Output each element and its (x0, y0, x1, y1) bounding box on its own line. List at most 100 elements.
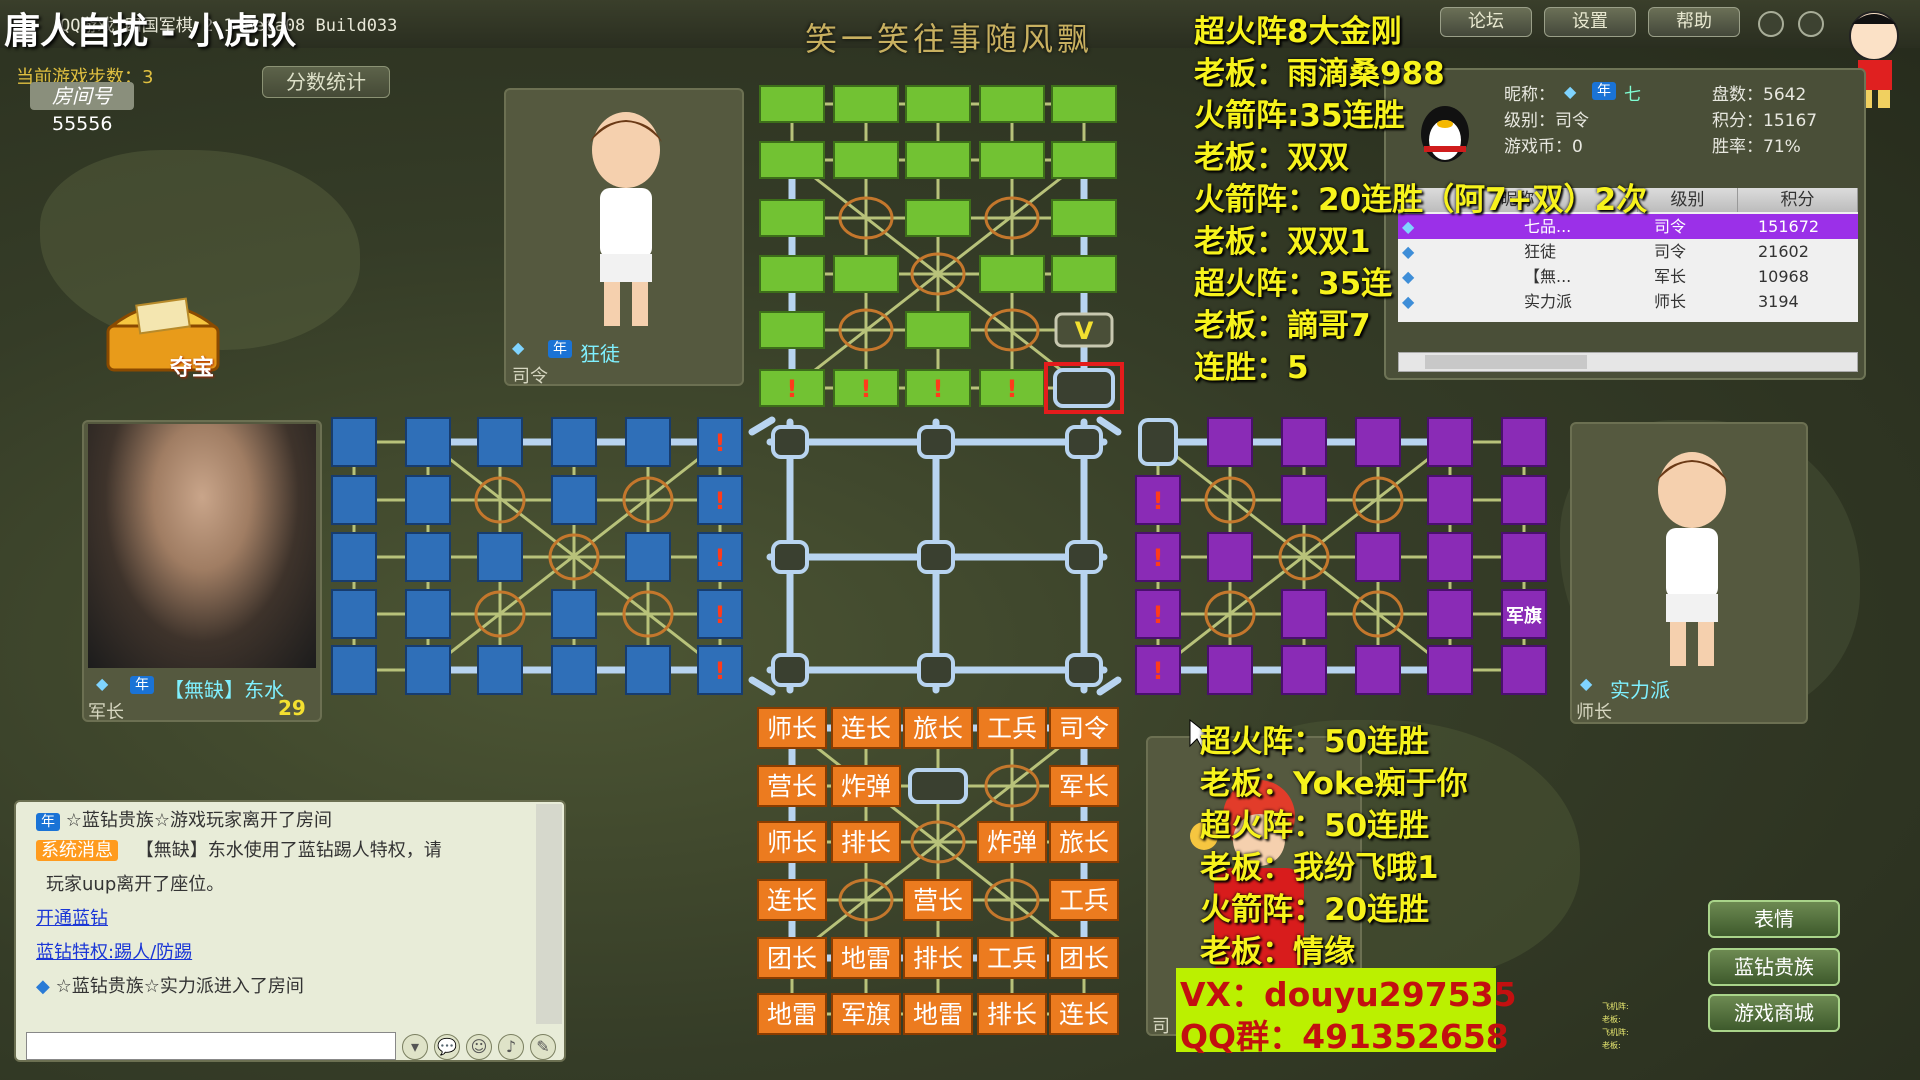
piece-right (1427, 475, 1473, 525)
alert-mark: ! (715, 487, 726, 515)
alert-mark: ! (715, 429, 726, 457)
piece-label: 排长 (913, 944, 963, 973)
emoji-icon[interactable]: ☺ (466, 1034, 492, 1060)
chat-input[interactable] (26, 1032, 396, 1060)
piece-left (405, 475, 451, 525)
player-row-name: 【無... (1524, 267, 1572, 286)
piece-label: 地雷 (841, 944, 891, 973)
piece-label: 地雷 (913, 1000, 963, 1029)
piece-top (905, 85, 971, 123)
chat-line: ◆ ☆蓝钻贵族☆实力派进入了房间 (36, 972, 304, 998)
piece-right (1355, 645, 1401, 695)
piece-left (331, 645, 377, 695)
piece-left (477, 532, 523, 582)
blue-diamond-privilege-link[interactable]: 蓝钻特权:踢人/防踢 (36, 938, 192, 964)
piece-right (1501, 475, 1547, 525)
tiny-legend: 飞机阵: 老板: 飞机阵: 老板: (1602, 1000, 1629, 1052)
piece-right (1355, 417, 1401, 467)
piece-label: 连长 (1059, 1000, 1109, 1029)
emotion-button[interactable]: 表情 (1708, 900, 1840, 938)
piece-right (1281, 589, 1327, 639)
alert-mark: ! (1153, 657, 1164, 685)
qq-penguin-icon (1421, 106, 1469, 162)
piece-label: 排长 (987, 1000, 1037, 1029)
overlay-text: 超火阵：50连胜 (1200, 724, 1430, 760)
flag-mark: V (1075, 317, 1094, 345)
empty-station (1138, 418, 1178, 466)
piece-label: 连长 (841, 714, 891, 743)
alert-mark: ! (1007, 375, 1018, 403)
station-node (917, 425, 955, 459)
piece-top (979, 85, 1045, 123)
piece-top (759, 199, 825, 237)
overlay-text: 火箭阵：20连胜 (1200, 892, 1430, 928)
player-row-level: 司令 (1654, 242, 1687, 261)
game-window: QQ游戏 四国军棋 2.1 Beta08 Build033 庸人自扰 - 小虎队… (0, 0, 1920, 1080)
piece-top (1051, 255, 1117, 293)
alert-mark: ! (787, 375, 798, 403)
flag-label: 军旗 (1506, 605, 1542, 627)
piece-top (759, 85, 825, 123)
player-row-score: 10968 (1758, 267, 1809, 286)
piece-left (405, 417, 451, 467)
piece-label: 工兵 (1059, 886, 1109, 915)
col-header-level[interactable]: 级别 (1638, 188, 1738, 212)
coins-text: 游戏币：0 (1504, 137, 1583, 157)
open-blue-diamond-link[interactable]: 开通蓝钻 (36, 904, 108, 930)
chat-scrollbar[interactable] (536, 804, 562, 1024)
piece-right (1427, 589, 1473, 639)
piece-right (1281, 417, 1327, 467)
blue-diamond-icon: ◆ (1402, 292, 1415, 311)
player-row-score: 21602 (1758, 242, 1809, 261)
piece-top (1051, 141, 1117, 179)
alert-mark: ! (861, 375, 872, 403)
speaker-icon[interactable]: ♪ (498, 1034, 524, 1060)
horizontal-scrollbar[interactable] (1398, 352, 1858, 372)
game-shop-button[interactable]: 游戏商城 (1708, 994, 1840, 1032)
station-node (1065, 425, 1103, 459)
piece-left (331, 475, 377, 525)
player-row-level: 司令 (1654, 217, 1687, 236)
empty-station (908, 768, 968, 804)
piece-label: 营长 (767, 772, 817, 801)
piece-right (1427, 417, 1473, 467)
station-node (1065, 540, 1103, 574)
chat-line-text: ☆蓝钻贵族☆游戏玩家离开了房间 (65, 810, 333, 831)
station-node (917, 653, 955, 687)
player-row-name: 实力派 (1524, 292, 1573, 311)
chat-bubble-icon[interactable]: 💬 (434, 1034, 460, 1060)
overlay-text: 老板：我纷飞哦1 (1200, 850, 1439, 886)
scrollbar-thumb[interactable] (1425, 355, 1587, 369)
piece-label: 炸弹 (841, 772, 891, 801)
piece-label: 师长 (767, 828, 817, 857)
table-row[interactable]: ◆ 狂徒 司令 21602 (1398, 239, 1858, 264)
blue-diamond-button[interactable]: 蓝钻贵族 (1708, 948, 1840, 986)
blue-diamond-icon: ◆ (1402, 242, 1415, 261)
tools-icon[interactable]: ✎ (530, 1034, 556, 1060)
alert-mark: ! (1153, 487, 1164, 515)
overlay-text: 老板：情缘 (1200, 934, 1355, 970)
piece-top (1051, 85, 1117, 123)
piece-left (625, 417, 671, 467)
piece-top (833, 255, 899, 293)
piece-label: 炸弹 (987, 828, 1037, 857)
chat-dropdown-icon[interactable]: ▾ (402, 1034, 428, 1060)
piece-top (979, 255, 1045, 293)
table-row[interactable]: ◆ 实力派 师长 3194 (1398, 289, 1858, 314)
score-text: 积分：15167 (1712, 111, 1818, 131)
rail-line (748, 676, 776, 696)
player-row-level: 军长 (1654, 267, 1687, 286)
piece-left (477, 417, 523, 467)
col-header-score[interactable]: 积分 (1738, 188, 1858, 212)
player-row-level: 师长 (1654, 292, 1687, 311)
piece-top (833, 141, 899, 179)
piece-label: 军旗 (841, 1000, 891, 1029)
piece-left (405, 532, 451, 582)
station-node (771, 540, 809, 574)
tiny-legend-line: 飞机阵: (1602, 1002, 1629, 1011)
piece-label: 工兵 (987, 944, 1037, 973)
overlay-text: 火箭阵:35连胜 (1194, 98, 1405, 134)
table-row[interactable]: ◆ 【無... 军长 10968 (1398, 264, 1858, 289)
piece-label: 工兵 (987, 714, 1037, 743)
piece-label: 旅长 (1059, 828, 1109, 857)
